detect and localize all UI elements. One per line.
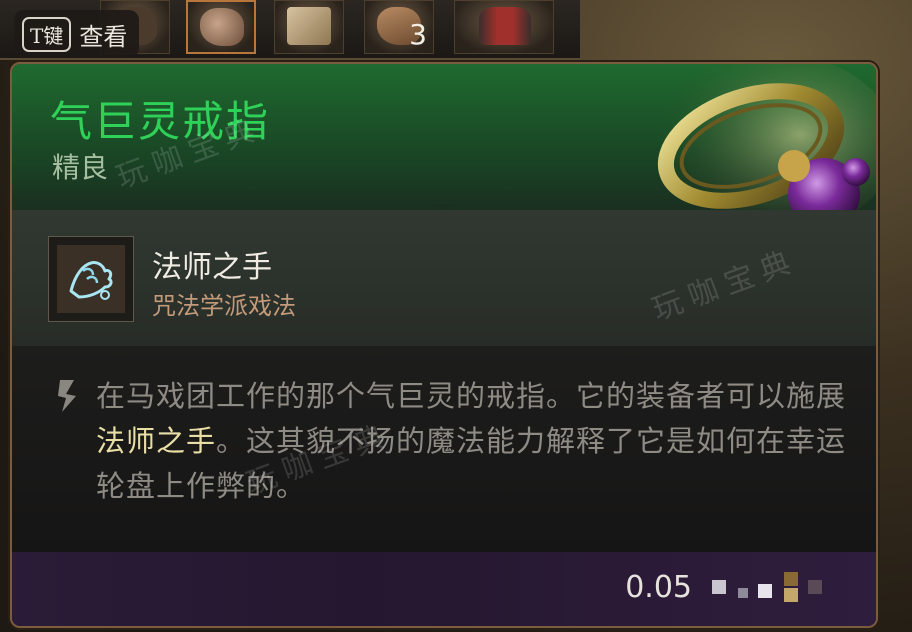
tooltip-footer: 0.05 xyxy=(12,552,876,626)
item-name: 气巨灵戒指 xyxy=(50,97,271,146)
keycap-icon: T键 xyxy=(22,16,72,52)
censored-pixel xyxy=(758,584,772,598)
key-hint-label: 查看 xyxy=(79,22,128,51)
hotbar-slot[interactable] xyxy=(454,0,554,54)
spell-section: 法师之手 咒法学派戏法 xyxy=(12,210,876,346)
description-text: 在马戏团工作的那个气巨灵的戒指。它的装备者可以施展 xyxy=(96,379,847,413)
spell-name: 法师之手 xyxy=(152,250,272,285)
hotbar-slot[interactable]: 3 xyxy=(364,0,434,54)
censored-pixel xyxy=(808,580,822,594)
item-rarity: 精良 xyxy=(52,151,109,184)
censored-pixel xyxy=(712,580,726,594)
scroll-icon xyxy=(287,7,331,45)
tooltip-header: 气巨灵戒指 精良 xyxy=(12,64,876,234)
item-tooltip: 气巨灵戒指 精良 法师之手 咒法学派戏法 在马戏团工作的那个气巨灵的戒指。它的装… xyxy=(10,62,878,628)
censored-pixel xyxy=(738,588,748,598)
armor-icon xyxy=(479,7,531,45)
censored-pixel xyxy=(784,572,798,586)
item-description: 在马戏团工作的那个气巨灵的戒指。它的装备者可以施展法师之手。这其貌不扬的魔法能力… xyxy=(96,374,856,509)
description-section: 在马戏团工作的那个气巨灵的戒指。它的装备者可以施展法师之手。这其貌不扬的魔法能力… xyxy=(12,346,876,552)
bullet-icon xyxy=(58,380,76,412)
item-icon xyxy=(200,8,244,46)
spell-icon-frame[interactable] xyxy=(48,236,134,322)
spell-school: 咒法学派戏法 xyxy=(152,292,296,320)
item-weight: 0.05 xyxy=(625,570,692,605)
inspect-key-hint[interactable]: T键 查看 xyxy=(14,10,140,58)
description-spell-link[interactable]: 法师之手 xyxy=(96,424,216,458)
hotbar-slot[interactable] xyxy=(274,0,344,54)
mage-hand-icon xyxy=(57,245,125,313)
hotbar-slot-selected[interactable] xyxy=(186,0,256,54)
censored-pixel xyxy=(784,588,798,602)
item-hotbar: 3 T键 查看 xyxy=(0,0,580,60)
stack-count: 3 xyxy=(409,18,427,51)
